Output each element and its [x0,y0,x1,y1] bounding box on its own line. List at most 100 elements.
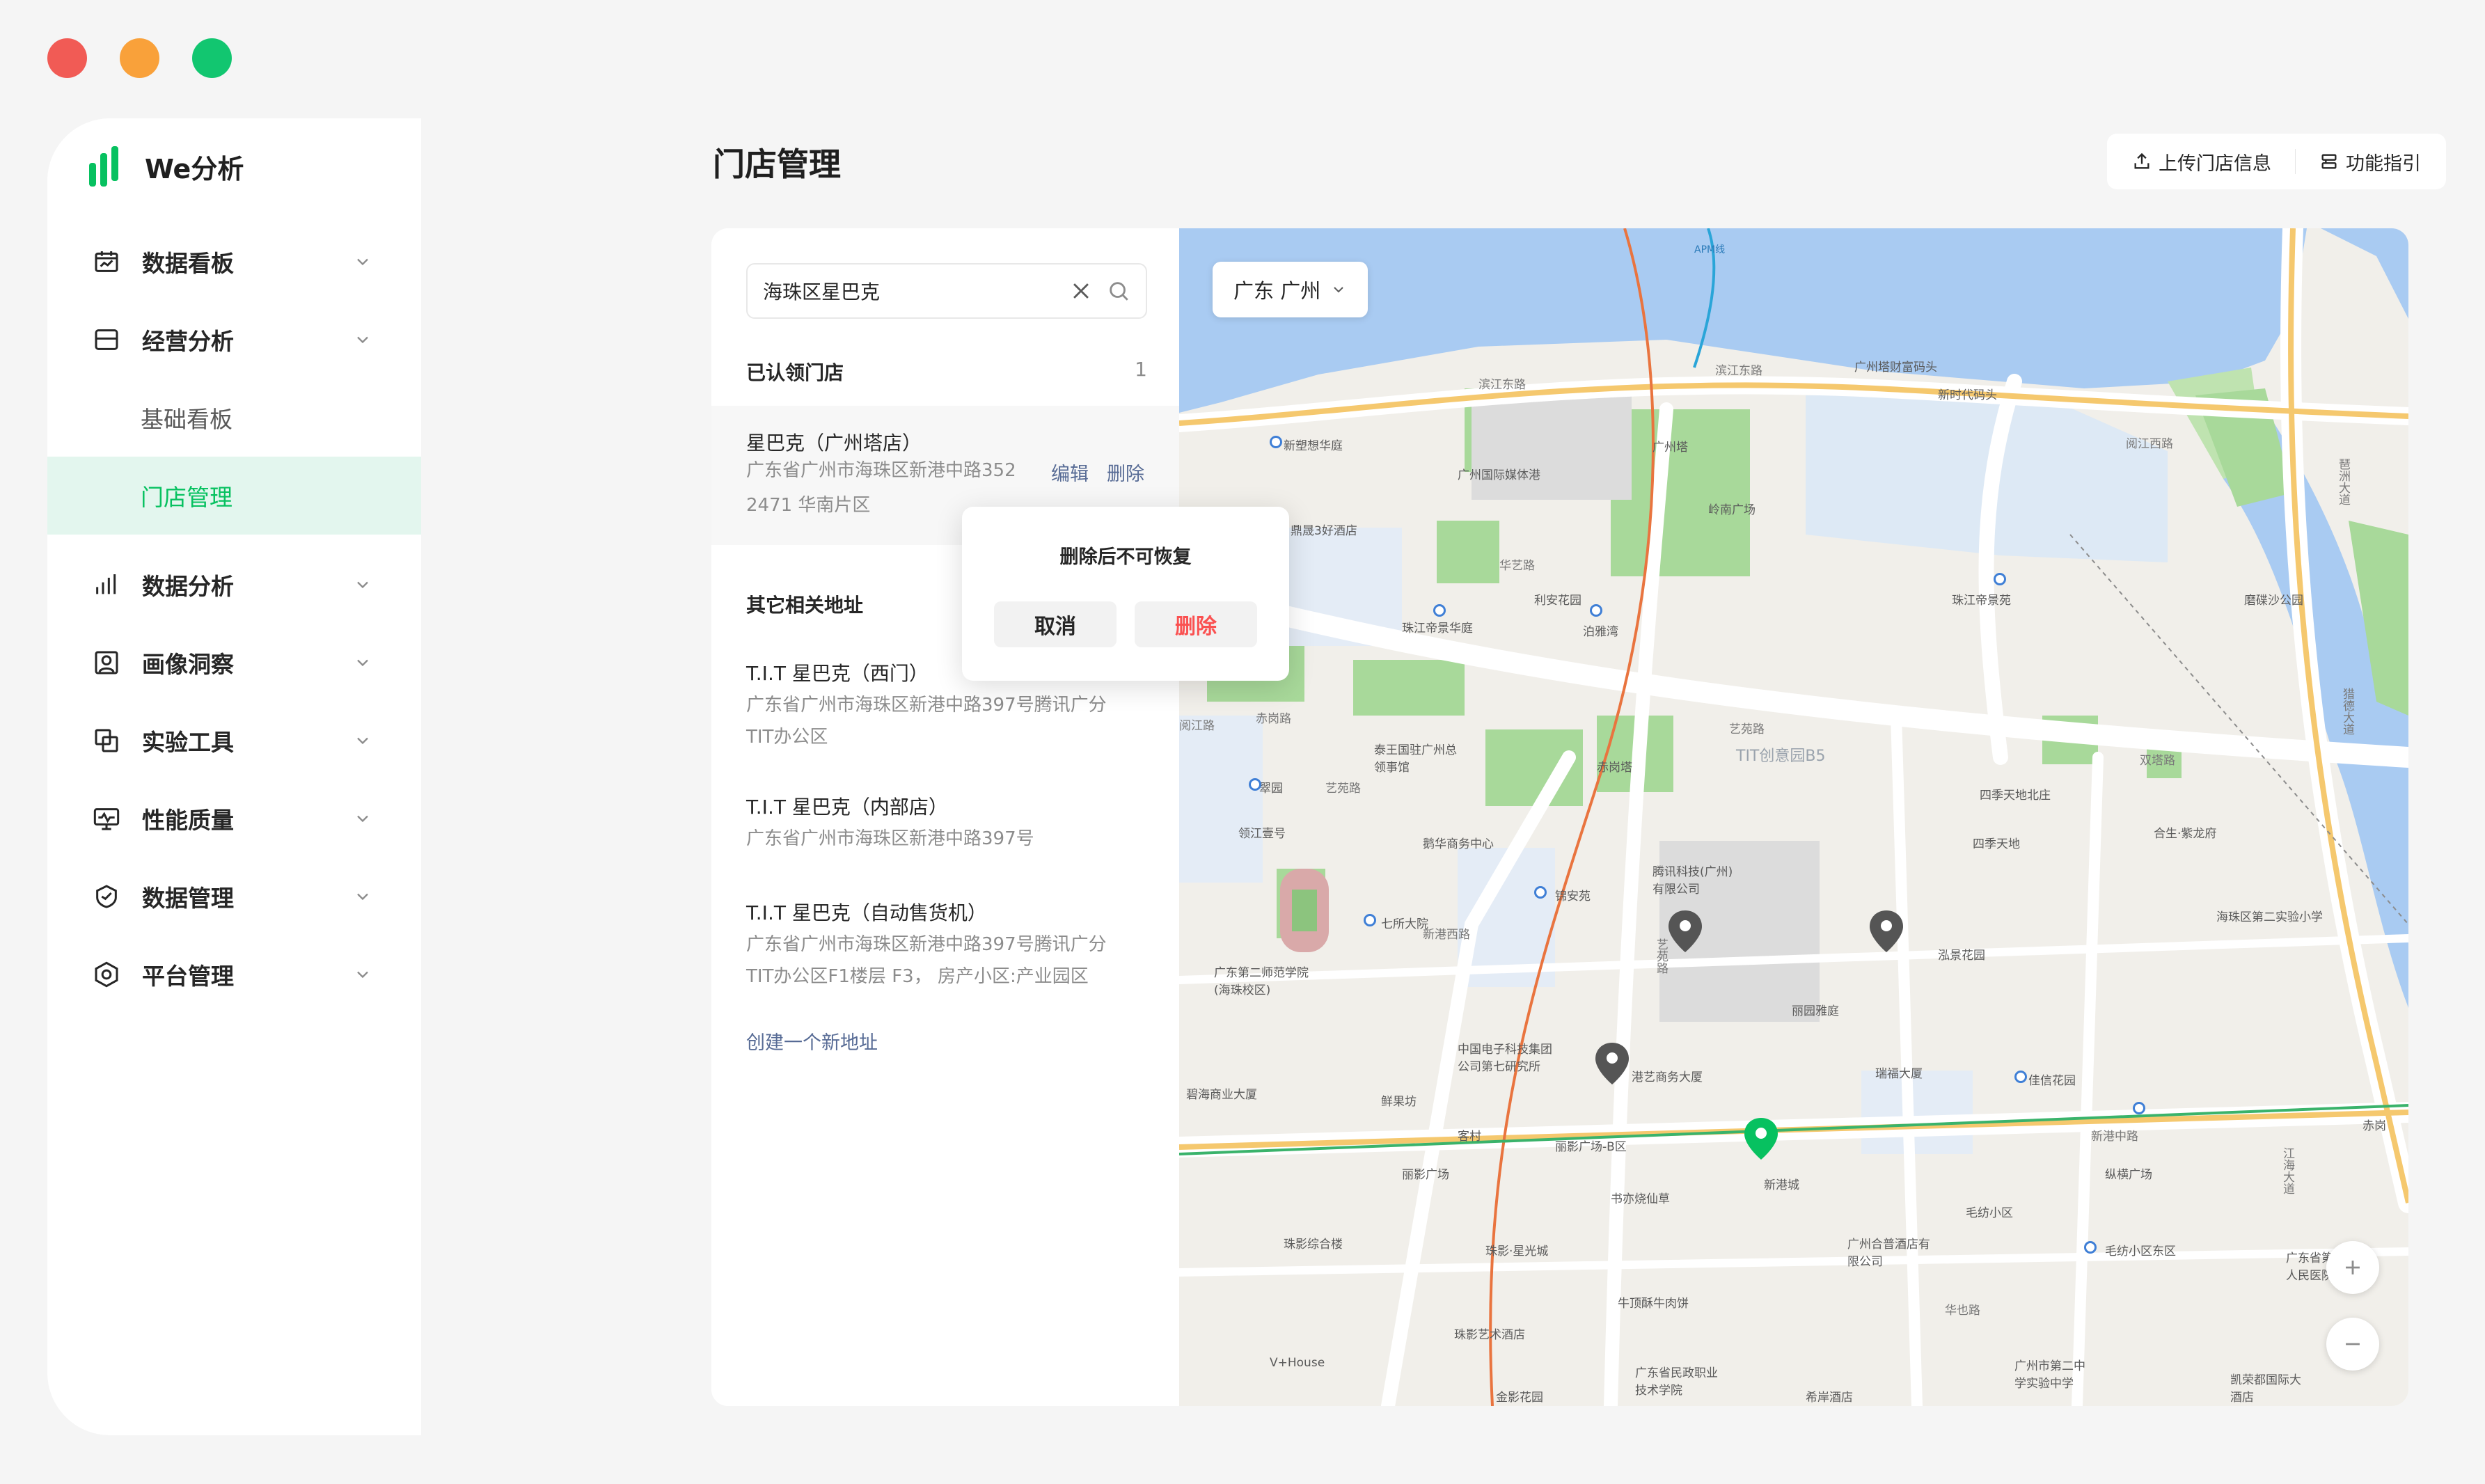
map-label: 泓景花园 [1938,949,1985,963]
confirm-delete-button[interactable]: 删除 [1135,601,1257,647]
close-window-button[interactable] [47,38,87,78]
related-addresses-heading: 其它相关地址 [746,594,864,617]
maximize-window-button[interactable] [192,38,232,78]
related-address-item[interactable]: T.I.T 星巴克（自动售货机） 广东省广州市海珠区新港中路397号腾讯广分 T… [746,898,1150,993]
map-label: 琶洲大道 [2336,458,2350,505]
map-label: 泊雅湾 [1583,625,1618,639]
search-icon[interactable] [1107,279,1130,303]
minimize-window-button[interactable] [120,38,159,78]
claimed-store-name: 星巴克（广州塔店） [746,432,922,455]
map-view[interactable]: 滨江东路 滨江东路 广州塔财富码头 新时代码头 阅江西路 新塑想华庭 广州国际媒… [1179,228,2408,1406]
nav-item-data-analysis[interactable]: 数据分析 [47,546,421,624]
chevron-down-icon [1334,287,1343,293]
related-address-line: 广东省广州市海珠区新港中路397号腾讯广分 [746,695,1107,716]
window-controls [47,38,232,78]
map-label: 赤岗 [2362,1119,2386,1133]
shield-check-icon [92,882,121,911]
nav-item-data-board[interactable]: 数据看板 [47,223,421,301]
copy-icon [92,726,121,755]
edit-store-link[interactable]: 编辑 [1051,459,1089,486]
map-label: 港艺商务大厦 [1632,1071,1703,1084]
header-divider [2295,149,2296,174]
upload-icon [2134,152,2149,169]
nav-item-data-management[interactable]: 数据管理 [47,858,421,936]
poi-marker[interactable] [1270,436,1282,448]
zoom-out-button[interactable] [2326,1318,2379,1371]
clear-icon[interactable] [1069,279,1093,303]
feature-guide-label: 功能指引 [2346,152,2421,175]
related-address-item[interactable]: T.I.T 星巴克（内部店） 广东省广州市海珠区新港中路397号 [746,792,1150,855]
plus-icon [2346,1261,2360,1274]
upload-store-info-button[interactable]: 上传门店信息 [2128,148,2275,175]
map-label: 滨江东路 [1715,364,1762,378]
city-select[interactable]: 广东 广州 [1213,262,1368,317]
chevron-down-icon [357,737,368,745]
related-address-line: 广东省广州市海珠区新港中路397号腾讯广分 [746,934,1107,955]
map-label: APM线 [1694,244,1726,255]
map-label: 客村 [1458,1130,1481,1144]
poi-marker[interactable] [1994,573,2006,585]
poi-marker[interactable] [1590,604,1602,617]
poi-marker[interactable] [2084,1241,2097,1254]
feature-guide-button[interactable]: 功能指引 [2315,148,2425,175]
create-address-link[interactable]: 创建一个新地址 [746,1027,878,1055]
map-label: 领江壹号 [1238,827,1286,841]
zoom-in-button[interactable] [2326,1241,2379,1294]
poi-marker[interactable] [1433,604,1446,617]
poi-marker[interactable] [2133,1102,2145,1114]
claimed-store-address: 广东省广州市海珠区新港中路352 [746,460,1016,481]
map-label: 双塔路 [2140,754,2175,768]
map-label: 四季天地北庄 [1980,789,2051,803]
map-label: 金影花园 [1496,1391,1543,1405]
claimed-store-region: 2471 华南片区 [746,495,871,516]
search-input[interactable] [763,279,1055,303]
map-label: 珠影·星光城 [1485,1245,1549,1258]
poi-marker[interactable] [1534,886,1547,899]
brand[interactable]: We分析 [89,146,244,187]
map-label: 合生·紫龙府 [2154,827,2217,841]
poi-marker[interactable] [1364,914,1376,926]
map-label: 佳信花园 [2028,1074,2076,1088]
map-label: 新港城 [1764,1178,1799,1192]
map-label: 广州合普酒店有限公司 [1847,1238,1930,1269]
map-label: 毛纺小区 [1966,1206,2013,1220]
nav-item-business-analysis[interactable]: 经营分析 [47,301,421,379]
chevron-down-icon [357,971,368,979]
delete-store-link[interactable]: 删除 [1107,459,1144,486]
chevron-down-icon [357,893,368,901]
poi-marker[interactable] [1249,778,1261,791]
map-label: 艺苑路 [1729,723,1765,736]
chevron-down-icon [357,336,368,344]
map-label: 珠影艺术酒店 [1454,1328,1525,1342]
upload-store-info-label: 上传门店信息 [2159,152,2271,175]
chevron-down-icon [357,815,368,823]
map-label: 广东省民政职业技术学院 [1635,1366,1718,1398]
nav-sub-store-management[interactable]: 门店管理 [47,457,421,535]
nav-item-experiment-tools[interactable]: 实验工具 [47,702,421,780]
minus-icon [2346,1343,2360,1345]
nav-item-performance-quality[interactable]: 性能质量 [47,780,421,858]
map-label: 丽园雅庭 [1792,1004,1839,1018]
nav-sub-basic-board[interactable]: 基础看板 [47,379,421,457]
map-label: TIT创意园B5 [1736,748,1826,765]
store-content-card: 已认领门店 1 星巴克（广州塔店） 广东省广州市海珠区新港中路352 2471 … [711,228,2408,1406]
map-label: 鹅华商务中心 [1423,837,1494,851]
nav-item-portrait-insight[interactable]: 画像洞察 [47,624,421,702]
map-label: 海珠区第二实验小学 [2216,910,2323,924]
nav-item-platform-management[interactable]: 平台管理 [47,936,421,1013]
map-label: 岭南广场 [1708,503,1756,517]
map-label: 锦安苑 [1555,890,1591,903]
map-label: 阅江西路 [2126,437,2173,451]
map-label: 牛顶酥牛肉饼 [1618,1297,1689,1311]
map-label: 瑞福大厦 [1875,1067,1923,1081]
chevron-down-icon [357,659,368,667]
map-label: 凯荣都国际大酒店 [2230,1373,2301,1405]
map-label: 广州市第二中学实验中学 [2014,1359,2085,1391]
map-canvas[interactable] [1179,228,2408,1406]
poi-marker[interactable] [2014,1071,2027,1083]
map-label: 赤岗路 [1256,712,1291,726]
related-address-line: TIT办公区 [746,727,828,748]
map-label: 珠影综合楼 [1284,1238,1343,1252]
map-label: 华艺路 [1499,559,1535,573]
cancel-button[interactable]: 取消 [994,601,1117,647]
